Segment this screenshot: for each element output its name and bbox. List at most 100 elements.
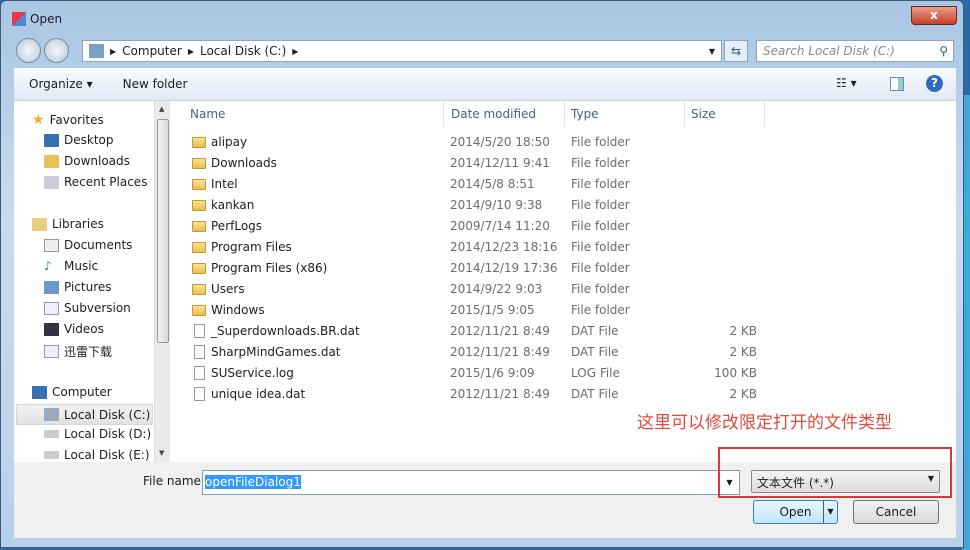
file-type: File folder — [571, 240, 630, 254]
nav-favorites[interactable]: ★ Favorites — [32, 112, 104, 128]
file-row[interactable]: _Superdownloads.BR.dat 2012/11/21 8:49 D… — [190, 321, 770, 342]
file-name: _Superdownloads.BR.dat — [211, 324, 360, 338]
nav-libraries[interactable]: Libraries — [32, 217, 104, 231]
nav-recent-places[interactable]: Recent Places — [44, 175, 147, 189]
nav-local-disk-d[interactable]: Local Disk (D:) — [44, 427, 151, 441]
file-type: File folder — [571, 135, 630, 149]
nav-label: Favorites — [49, 113, 104, 127]
breadcrumb-separator-icon: ▶ — [292, 46, 299, 56]
column-date-modified[interactable]: Date modified — [445, 101, 565, 127]
nav-label: 迅雷下载 — [64, 345, 113, 359]
help-icon[interactable]: ? — [926, 75, 943, 92]
nav-videos[interactable]: Videos — [44, 322, 104, 336]
folder-icon — [192, 200, 206, 211]
folder-icon — [192, 284, 206, 295]
file-row[interactable]: Intel 2014/5/8 8:51 File folder — [190, 174, 770, 195]
preview-pane-icon[interactable] — [890, 77, 904, 91]
scrollbar-thumb[interactable] — [157, 119, 169, 343]
column-name[interactable]: Name — [184, 101, 444, 127]
nav-label: Local Disk (C:) — [64, 407, 151, 422]
file-row[interactable]: Downloads 2014/12/11 9:41 File folder — [190, 153, 770, 174]
file-type: File folder — [571, 177, 630, 191]
nav-label: Subversion — [64, 301, 131, 315]
search-placeholder: Search Local Disk (C:) — [763, 44, 895, 58]
nav-music[interactable]: ♪ Music — [44, 259, 98, 273]
breadcrumb-separator-icon: ▶ — [187, 46, 194, 56]
folder-icon — [192, 242, 206, 253]
nav-documents[interactable]: Documents — [44, 238, 132, 252]
file-date: 2015/1/6 9:09 — [450, 366, 535, 380]
file-size: 2 KB — [729, 345, 757, 359]
library-icon — [44, 301, 59, 315]
nav-downloads[interactable]: Downloads — [44, 154, 130, 168]
file-row[interactable]: Program Files 2014/12/23 18:16 File fold… — [190, 237, 770, 258]
new-folder-button[interactable]: New folder — [108, 77, 203, 91]
close-button[interactable]: x — [911, 6, 957, 25]
search-icon[interactable]: ⚲ — [939, 41, 948, 61]
forward-button[interactable] — [44, 38, 69, 63]
nav-local-disk-e[interactable]: Local Disk (E:) — [44, 448, 150, 462]
videos-icon — [44, 322, 59, 336]
documents-icon — [44, 238, 59, 252]
search-input[interactable]: Search Local Disk (C:) ⚲ — [756, 40, 954, 62]
nav-computer[interactable]: Computer — [32, 385, 112, 399]
view-options-icon[interactable]: ☷ ▾ — [836, 76, 857, 90]
file-date: 2014/9/22 9:03 — [450, 282, 543, 296]
computer-icon — [32, 385, 47, 399]
toolbar: Organize ▾ New folder ☷ ▾ ? — [14, 68, 956, 101]
folder-icon — [192, 263, 206, 274]
folder-icon — [192, 179, 206, 190]
file-date: 2012/11/21 8:49 — [450, 345, 550, 359]
file-name: unique idea.dat — [211, 387, 306, 401]
organize-button[interactable]: Organize ▾ — [14, 77, 108, 91]
downloads-icon — [44, 154, 59, 168]
open-label: Open — [779, 505, 812, 519]
address-dropdown-icon[interactable]: ▼ — [709, 47, 715, 56]
column-type[interactable]: Type — [565, 101, 685, 127]
file-row[interactable]: Users 2014/9/22 9:03 File folder — [190, 279, 770, 300]
file-name-input[interactable]: openFileDialog1 ▼ — [202, 470, 740, 495]
nav-label: Music — [64, 259, 99, 273]
address-bar[interactable]: ▶ Computer ▶ Local Disk (C:) ▶ ▼ — [82, 40, 722, 62]
file-row[interactable]: alipay 2014/5/20 18:50 File folder — [190, 132, 770, 153]
scroll-down-icon[interactable]: ▼ — [159, 449, 164, 457]
file-size: 2 KB — [729, 387, 757, 401]
window-title: Open — [30, 12, 63, 26]
nav-label: Documents — [64, 238, 133, 252]
nav-pictures[interactable]: Pictures — [44, 280, 112, 294]
nav-subversion[interactable]: Subversion — [44, 301, 131, 315]
file-type: DAT File — [571, 387, 619, 401]
open-dropdown-icon[interactable]: ▼ — [823, 501, 837, 523]
breadcrumb-separator-icon: ▶ — [110, 46, 117, 56]
file-row[interactable]: kankan 2014/9/10 9:38 File folder — [190, 195, 770, 216]
file-row[interactable]: SharpMindGames.dat 2012/11/21 8:49 DAT F… — [190, 342, 770, 363]
nav-local-disk-c[interactable]: Local Disk (C:) — [16, 404, 153, 425]
libraries-icon — [32, 217, 47, 231]
file-row[interactable]: Program Files (x86) 2014/12/19 17:36 Fil… — [190, 258, 770, 279]
cancel-button[interactable]: Cancel — [853, 500, 939, 524]
file-row[interactable]: Windows 2015/1/5 9:05 File folder — [190, 300, 770, 321]
column-size[interactable]: Size — [685, 101, 765, 127]
refresh-button[interactable]: ⇆ — [724, 40, 748, 62]
music-icon: ♪ — [44, 259, 52, 273]
nav-desktop[interactable]: Desktop — [44, 133, 114, 147]
folder-icon — [192, 305, 206, 316]
back-button[interactable] — [16, 38, 41, 63]
scroll-up-icon[interactable]: ▲ — [159, 105, 164, 113]
breadcrumb-local-disk[interactable]: Local Disk (C:) — [200, 44, 286, 58]
open-button[interactable]: Open ▼ — [753, 500, 838, 524]
drive-icon — [44, 408, 59, 421]
file-date: 2015/1/5 9:05 — [450, 303, 535, 317]
nav-xunlei-downloads[interactable]: 迅雷下载 — [44, 343, 112, 360]
file-row[interactable]: PerfLogs 2009/7/14 11:20 File folder — [190, 216, 770, 237]
nav-label: Pictures — [64, 280, 112, 294]
file-name: SUService.log — [211, 366, 294, 380]
nav-scrollbar[interactable]: ▲ ▼ — [154, 101, 170, 462]
breadcrumb-computer[interactable]: Computer — [122, 44, 182, 58]
folder-icon — [192, 221, 206, 232]
star-icon: ★ — [32, 112, 45, 128]
file-type: File folder — [571, 282, 630, 296]
file-row[interactable]: unique idea.dat 2012/11/21 8:49 DAT File… — [190, 384, 770, 405]
file-row[interactable]: SUService.log 2015/1/6 9:09 LOG File 100… — [190, 363, 770, 384]
navigation-pane: ★ Favorites Desktop Downloads Recent Plac… — [14, 101, 170, 462]
